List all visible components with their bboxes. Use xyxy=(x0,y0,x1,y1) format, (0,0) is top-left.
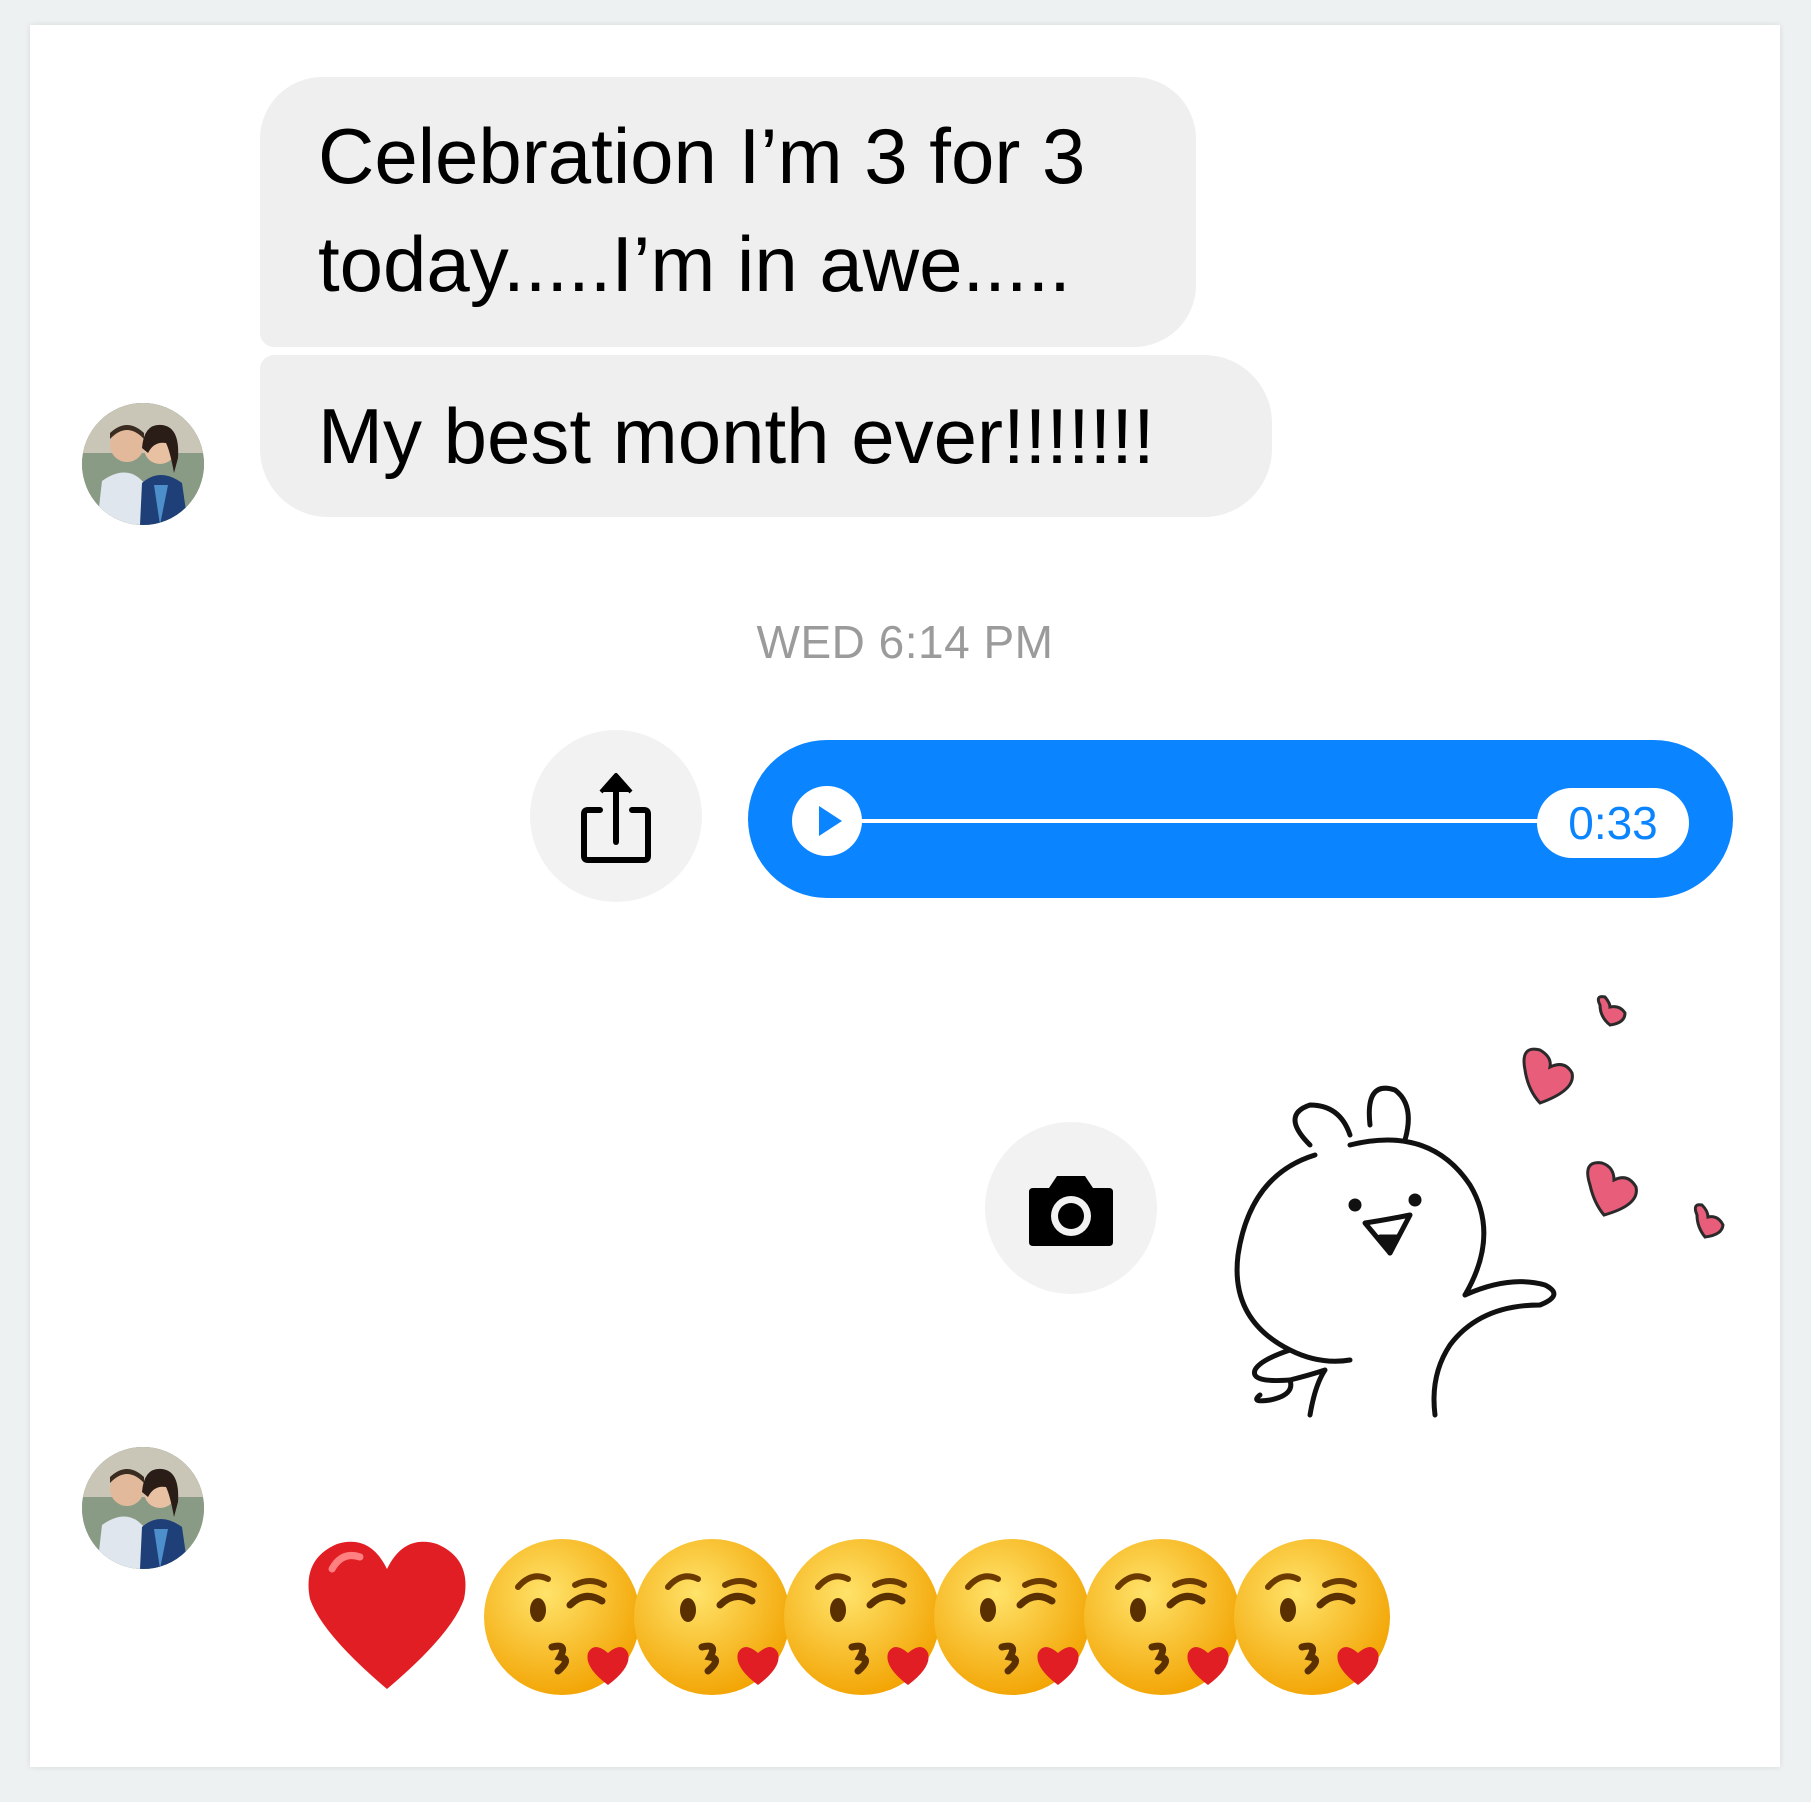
share-button[interactable] xyxy=(530,730,702,902)
camera-icon xyxy=(1029,1176,1113,1246)
play-icon xyxy=(819,806,842,836)
kissing-face-with-heart-icon xyxy=(634,1539,790,1695)
kissing-face-with-heart-icon xyxy=(1084,1539,1240,1695)
message-text-line: Celebration I’m 3 for 3 xyxy=(318,112,1086,200)
incoming-message-bubble[interactable]: Celebration I’m 3 for 3 today.....I’m in… xyxy=(260,77,1196,347)
kissing-face-with-heart-icon xyxy=(484,1539,640,1695)
message-text-line: today.....I’m in awe..... xyxy=(318,220,1071,308)
kissing-face-with-heart-icon xyxy=(1234,1539,1390,1695)
conversation-view: Celebration I’m 3 for 3 today.....I’m in… xyxy=(30,25,1780,1767)
incoming-message-bubble[interactable]: My best month ever!!!!!!! xyxy=(260,355,1272,517)
sender-avatar[interactable] xyxy=(82,403,204,525)
audio-duration: 0:33 xyxy=(1537,788,1689,858)
camera-button[interactable] xyxy=(985,1122,1157,1294)
audio-scrubber[interactable] xyxy=(858,819,1543,823)
play-button[interactable] xyxy=(792,786,862,856)
audio-message-bubble[interactable]: 0:33 xyxy=(748,740,1733,898)
message-text: My best month ever!!!!!!! xyxy=(318,392,1155,480)
kissing-face-with-heart-icon xyxy=(934,1539,1090,1695)
share-icon xyxy=(581,773,651,863)
kissing-face-with-heart-icon xyxy=(784,1539,940,1695)
message-timestamp: WED 6:14 PM xyxy=(756,616,1054,668)
heart-icon xyxy=(1522,995,1725,1239)
bunny-icon xyxy=(1234,1085,1557,1418)
red-heart-icon xyxy=(308,1541,466,1689)
sender-avatar[interactable] xyxy=(82,1447,204,1569)
bunny-hearts-sticker[interactable] xyxy=(1200,975,1760,1490)
